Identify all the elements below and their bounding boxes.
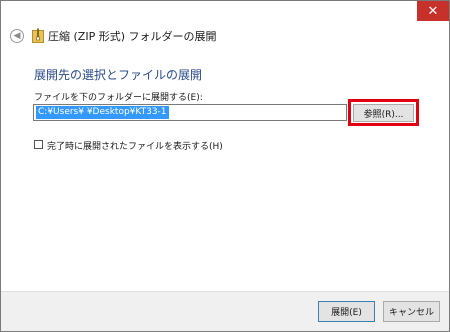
window-title: 圧縮 (ZIP 形式) フォルダーの展開 — [48, 30, 217, 43]
zip-folder-icon — [32, 28, 44, 43]
close-icon: ✕ — [427, 3, 439, 19]
back-arrow-icon: ◀ — [13, 30, 21, 41]
extract-dialog-window: ✕ ◀ 圧縮 (ZIP 形式) フォルダーの展開 展開先の選択とファイルの展開 … — [0, 0, 450, 332]
destination-path-input[interactable]: C:¥Users¥ ¥Desktop¥KT33-1 — [33, 104, 347, 121]
browse-button[interactable]: 参照(R)... — [353, 104, 414, 122]
show-files-checkbox[interactable] — [34, 140, 43, 149]
show-files-checkbox-label[interactable]: 完了時に展開されたファイルを表示する(H) — [47, 139, 223, 152]
extract-button[interactable]: 展開(E) — [318, 301, 375, 322]
cancel-button[interactable]: キャンセル — [383, 301, 440, 322]
back-button[interactable]: ◀ — [10, 29, 24, 43]
section-heading: 展開先の選択とファイルの展開 — [34, 68, 203, 82]
dialog-footer — [1, 291, 449, 331]
destination-path-value: C:¥Users¥ ¥Desktop¥KT33-1 — [36, 106, 169, 119]
close-button[interactable]: ✕ — [417, 1, 449, 21]
destination-label: ファイルを下のフォルダーに展開する(E): — [34, 93, 203, 103]
